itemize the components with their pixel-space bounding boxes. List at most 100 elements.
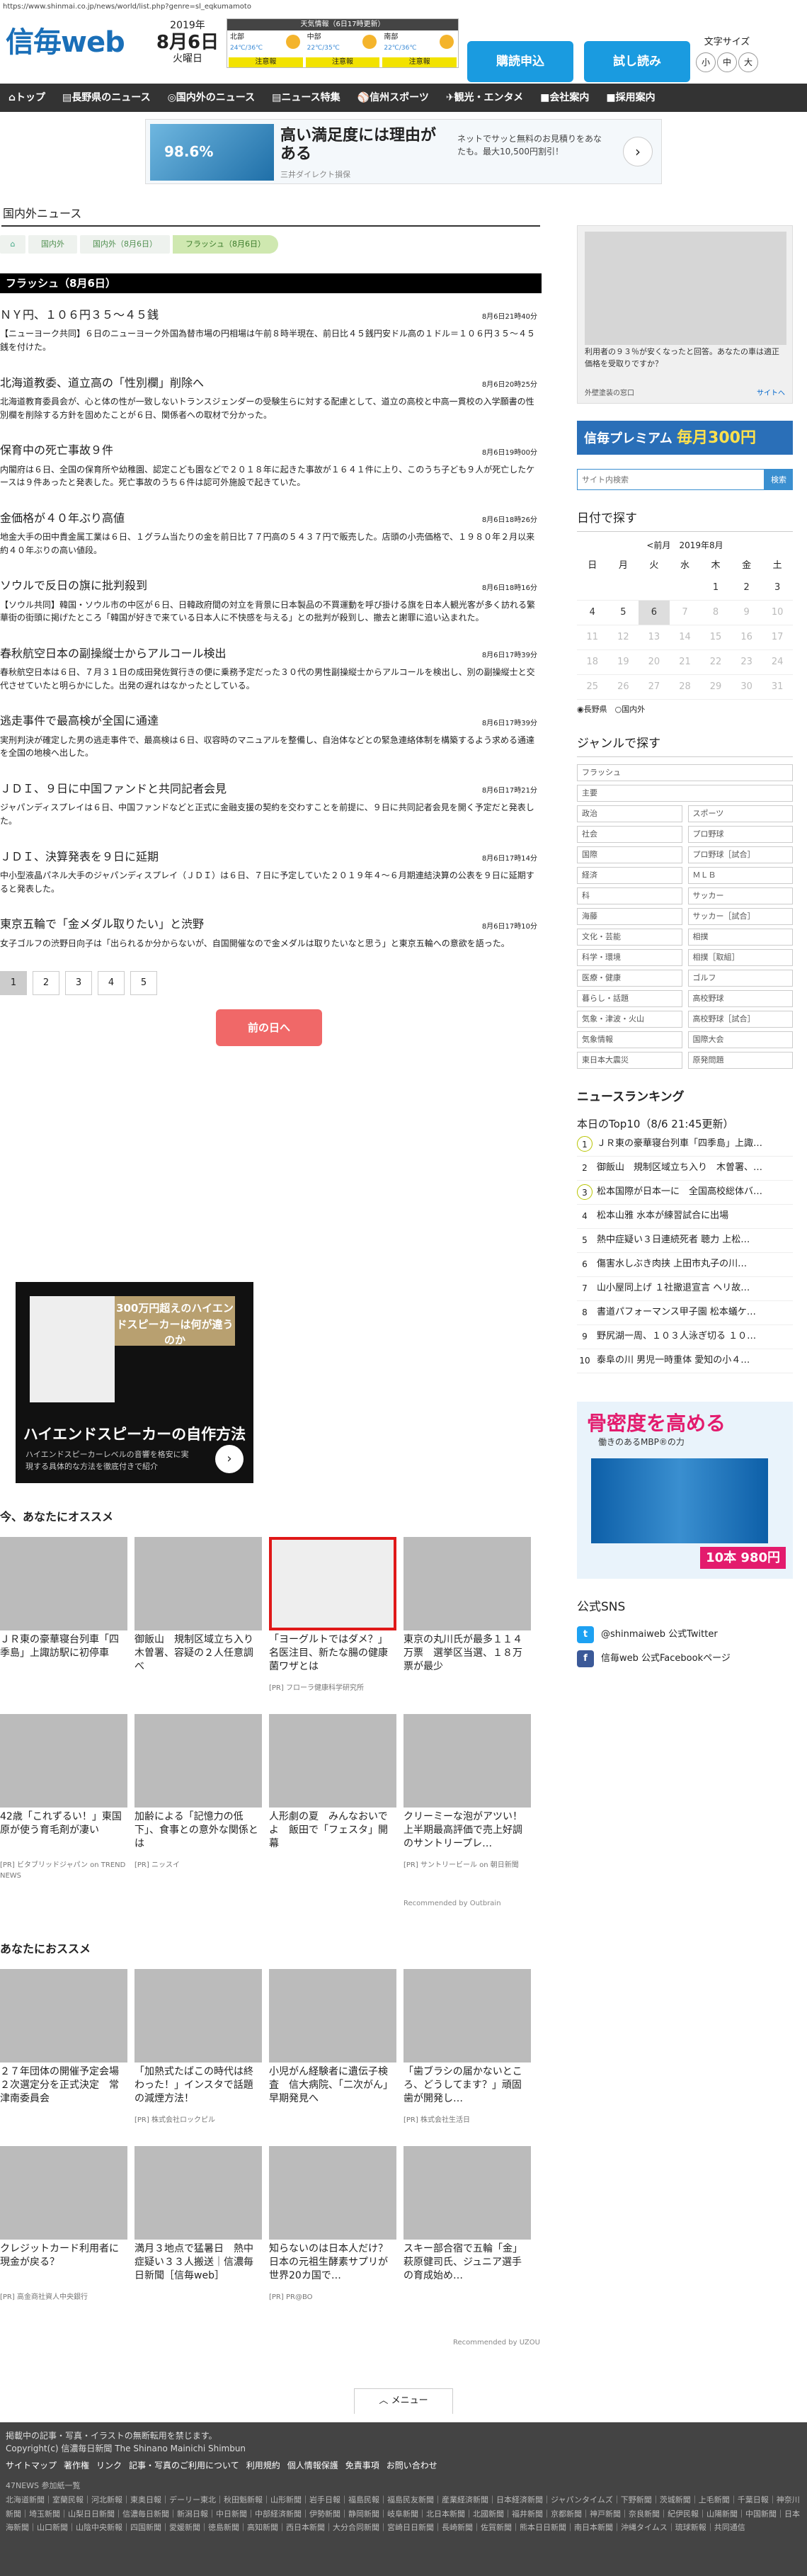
recommend-card[interactable]: 東京の丸川氏が最多１１４万票 選挙区当選、１８万票が最少 — [404, 1537, 531, 1714]
recommend-card[interactable]: 小児がん経験者に遺伝子検査 信大病院、「二次がん」早期発見へ — [269, 1969, 396, 2146]
genre-link[interactable]: 文化・芸能 — [577, 928, 682, 946]
recommend-card[interactable]: 42歳「これずるい！」東国原が使う育毛剤が凄い [PR] ビタブリッドジャパン o… — [0, 1714, 127, 1891]
font-large-button[interactable]: 大 — [738, 52, 758, 72]
recommend-card[interactable]: 知らないのは日本人だけ？日本の元祖生酵素サプリが世界20カ国で… [PR] PR@… — [269, 2146, 396, 2323]
news-headline[interactable]: 東京五輪で「金メダル取りたい」と渋野 — [0, 917, 537, 932]
genre-link[interactable]: 暮らし・話題 — [577, 989, 682, 1007]
news-headline[interactable]: ＪＤＩ、９日に中国ファンドと共同記者会見 — [0, 781, 537, 797]
recommend-card[interactable]: ＪＲ東の豪華寝台列車「四季島」上諏訪駅に初停車 — [0, 1537, 127, 1714]
genre-link[interactable]: ゴルフ — [687, 969, 793, 987]
recommend-card[interactable]: 「ヨーグルトではダメ？」名医注目、新たな腸の健康菌ワザとは [PR] フローラ健康… — [269, 1537, 396, 1714]
region-radio[interactable]: ◉長野県 ○国内外 — [577, 704, 793, 716]
genre-link[interactable]: 国際大会 — [687, 1031, 793, 1048]
ranking-item[interactable]: 7 山小屋同上げ １社撤退宣言 ヘリ故… — [577, 1277, 793, 1301]
news-headline[interactable]: 金価格が４０年ぶり高値 — [0, 511, 537, 526]
genre-link[interactable]: 経済 — [577, 866, 682, 884]
mbp-ad[interactable]: 骨密度を高める 働きのあるMBP®の力 10本 980円 — [577, 1401, 793, 1579]
recommend-card[interactable]: 満月３地点で猛暑日 熱中症疑い３３人搬送｜信濃毎日新聞［信毎web］ — [134, 2146, 262, 2323]
genre-link[interactable]: 東日本大震災 — [577, 1051, 682, 1069]
footer-link[interactable]: 免責事項 — [345, 2461, 379, 2470]
ranking-item[interactable]: 3 松本国際が日本一に 全国高校総体バ… — [577, 1181, 793, 1205]
top-banner-ad[interactable]: 98.6% 高い満足度には理由がある 三井ダイレクト損保 ネットでサッと無料のお… — [145, 119, 662, 184]
footer-link[interactable]: 個人情報保護 — [287, 2461, 338, 2470]
news-headline[interactable]: 北海道教委、道立高の「性別欄」削除へ — [0, 375, 537, 391]
calendar-day[interactable]: 2 — [731, 575, 762, 601]
calendar-day[interactable]: 5 — [607, 600, 639, 625]
news-headline[interactable]: 逃走事件で最高検が全国に通達 — [0, 713, 537, 729]
news-headline[interactable]: 保育中の死亡事故９件 — [0, 443, 537, 458]
genre-link[interactable]: ＭＬＢ — [687, 866, 793, 884]
nav-feature[interactable]: ▤ニュース特集 — [263, 91, 349, 106]
footer-link[interactable]: サイトマップ — [6, 2461, 57, 2470]
genre-link[interactable]: 気象情報 — [577, 1031, 682, 1048]
footer-link[interactable]: お問い合わせ — [387, 2461, 437, 2470]
trial-button[interactable]: 試し読み — [584, 41, 690, 82]
prev-month-link[interactable]: <前月 — [646, 540, 670, 550]
recommend-card[interactable]: クレジットカード利用者に現金が戻る？ [PR] 高金商社資人中央銀行 — [0, 2146, 127, 2323]
recommend-card[interactable]: 「歯ブラシの届かないところ、どうしてます？」頑固歯が開発し… [PR] 株式会社生… — [404, 1969, 531, 2146]
facebook-link[interactable]: f 信毎web 公式Facebookページ — [577, 1650, 793, 1667]
news-headline[interactable]: ソウルで反日の旗に批判殺到 — [0, 578, 537, 594]
genre-link[interactable]: 高校野球［試合］ — [687, 1010, 793, 1028]
genre-link[interactable]: 気象・津波・火山 — [577, 1010, 682, 1028]
breadcrumb-item[interactable]: 国内外 — [28, 235, 77, 254]
genre-link[interactable]: サッカー — [687, 887, 793, 904]
font-small-button[interactable]: 小 — [696, 52, 716, 72]
ranking-item[interactable]: 2 御飯山 規制区域立ち入り 木曽署、… — [577, 1157, 793, 1181]
genre-link[interactable]: 高校野球 — [687, 989, 793, 1007]
genre-link[interactable]: 原発問題 — [687, 1051, 793, 1069]
genre-link[interactable]: プロ野球 — [687, 825, 793, 843]
ranking-item[interactable]: 6 傷害水しぶき肉挟 上田市丸子の川… — [577, 1253, 793, 1277]
footer-link[interactable]: 著作権 — [64, 2461, 89, 2470]
genre-link[interactable]: 海藤 — [577, 907, 682, 925]
weather-widget[interactable]: 天気情報（6日17時更新） 北部 24℃/36℃ 中部 22℃/35℃ 南部 22℃/… — [227, 18, 459, 68]
nav-company[interactable]: ■会社案内 — [532, 91, 597, 106]
footer-link[interactable]: 利用規約 — [246, 2461, 280, 2470]
genre-link[interactable]: 社会 — [577, 825, 682, 843]
news-headline[interactable]: 春秋航空日本の副操縦士からアルコール検出 — [0, 646, 537, 662]
menu-toggle[interactable]: ︿ メニュー — [354, 2388, 453, 2414]
genre-link[interactable]: 相撲［取組］ — [687, 948, 793, 966]
genre-link[interactable]: 政治 — [577, 805, 682, 822]
genre-link[interactable]: 相撲 — [687, 928, 793, 946]
recommend-card[interactable]: ２７年団体の開催予定会場 ２次選定分を正式決定 常津南委員会 — [0, 1969, 127, 2146]
recommend-card[interactable]: クリーミーな泡がアツい！上半期最高評価で売上好調のサントリープレ… [PR] サン… — [404, 1714, 531, 1891]
ranking-item[interactable]: 5 熱中症疑い３日連続死者 聴力 上松… — [577, 1229, 793, 1253]
calendar-day[interactable]: 6 — [639, 600, 670, 625]
search-button[interactable]: 検索 — [765, 469, 793, 490]
recommend-card[interactable]: 「加熱式たばこの時代は終わった！」インスタで話題の減煙方法！ [PR] 株式会社ロ… — [134, 1969, 262, 2146]
genre-link[interactable]: フラッシュ — [577, 764, 793, 781]
page-link[interactable]: 4 — [98, 971, 125, 996]
page-link[interactable]: 2 — [33, 971, 59, 996]
twitter-link[interactable]: t @shinmaiweb 公式Twitter — [577, 1626, 793, 1643]
search-input[interactable] — [577, 469, 765, 490]
uzou-credit[interactable]: Recommended by UZOU — [453, 2337, 540, 2348]
prev-day-button[interactable]: 前の日へ — [216, 1009, 322, 1047]
genre-link[interactable]: 国際 — [577, 846, 682, 863]
sidebar-ad[interactable]: 利用者の９３％が安くなったと回答。あなたの車は適正価格を受取りですか？ 外壁塗装… — [577, 225, 793, 404]
nav-sports[interactable]: ⚾信州スポーツ — [349, 91, 437, 106]
nav-entertainment[interactable]: ✈観光・エンタメ — [437, 91, 532, 106]
genre-link[interactable]: 医療・健康 — [577, 969, 682, 987]
chevron-right-icon[interactable]: › — [623, 137, 653, 166]
nav-nagano[interactable]: ▤長野県のニュース — [54, 91, 159, 106]
site-logo[interactable]: 信毎web — [6, 21, 125, 64]
nav-top[interactable]: ⌂トップ — [0, 91, 54, 106]
nav-recruit[interactable]: ■採用案内 — [597, 91, 663, 106]
home-icon[interactable]: ⌂ — [0, 235, 25, 254]
page-link[interactable]: 3 — [65, 971, 92, 996]
recommend-card[interactable]: スキー部合宿で五輪「金」 萩原健司氏、ジュニア選手の育成始め… — [404, 2146, 531, 2323]
news-headline[interactable]: ＮＹ円、１０６円３５～４５銭 — [0, 307, 537, 323]
genre-link[interactable]: 科学・環境 — [577, 948, 682, 966]
recommend-card[interactable]: 加齢による「記憶力の低下」、食事との意外な関係とは [PR] ニッスイ — [134, 1714, 262, 1891]
recommend-card[interactable]: 人形劇の夏 みんなおいでよ 飯田で「フェスタ」開幕 — [269, 1714, 396, 1891]
calendar-day[interactable]: 1 — [700, 575, 731, 601]
page-link[interactable]: 1 — [0, 971, 27, 996]
news-headline[interactable]: ＪＤＩ、決算発表を９日に延期 — [0, 849, 537, 865]
ranking-item[interactable]: 4 松本山雅 水本が練習試合に出場 — [577, 1205, 793, 1229]
footer-link[interactable]: 記事・写真のご利用について — [129, 2461, 239, 2470]
speaker-ad[interactable]: 300万円超えのハイエンドスピーカーは何が違うのか ハイエンドスピーカーの自作方… — [16, 1282, 253, 1483]
genre-link[interactable]: プロ野球［試合］ — [687, 846, 793, 863]
ranking-item[interactable]: 8 書道パフォーマンス甲子園 松本蟻ケ… — [577, 1301, 793, 1325]
page-link[interactable]: 5 — [130, 971, 157, 996]
